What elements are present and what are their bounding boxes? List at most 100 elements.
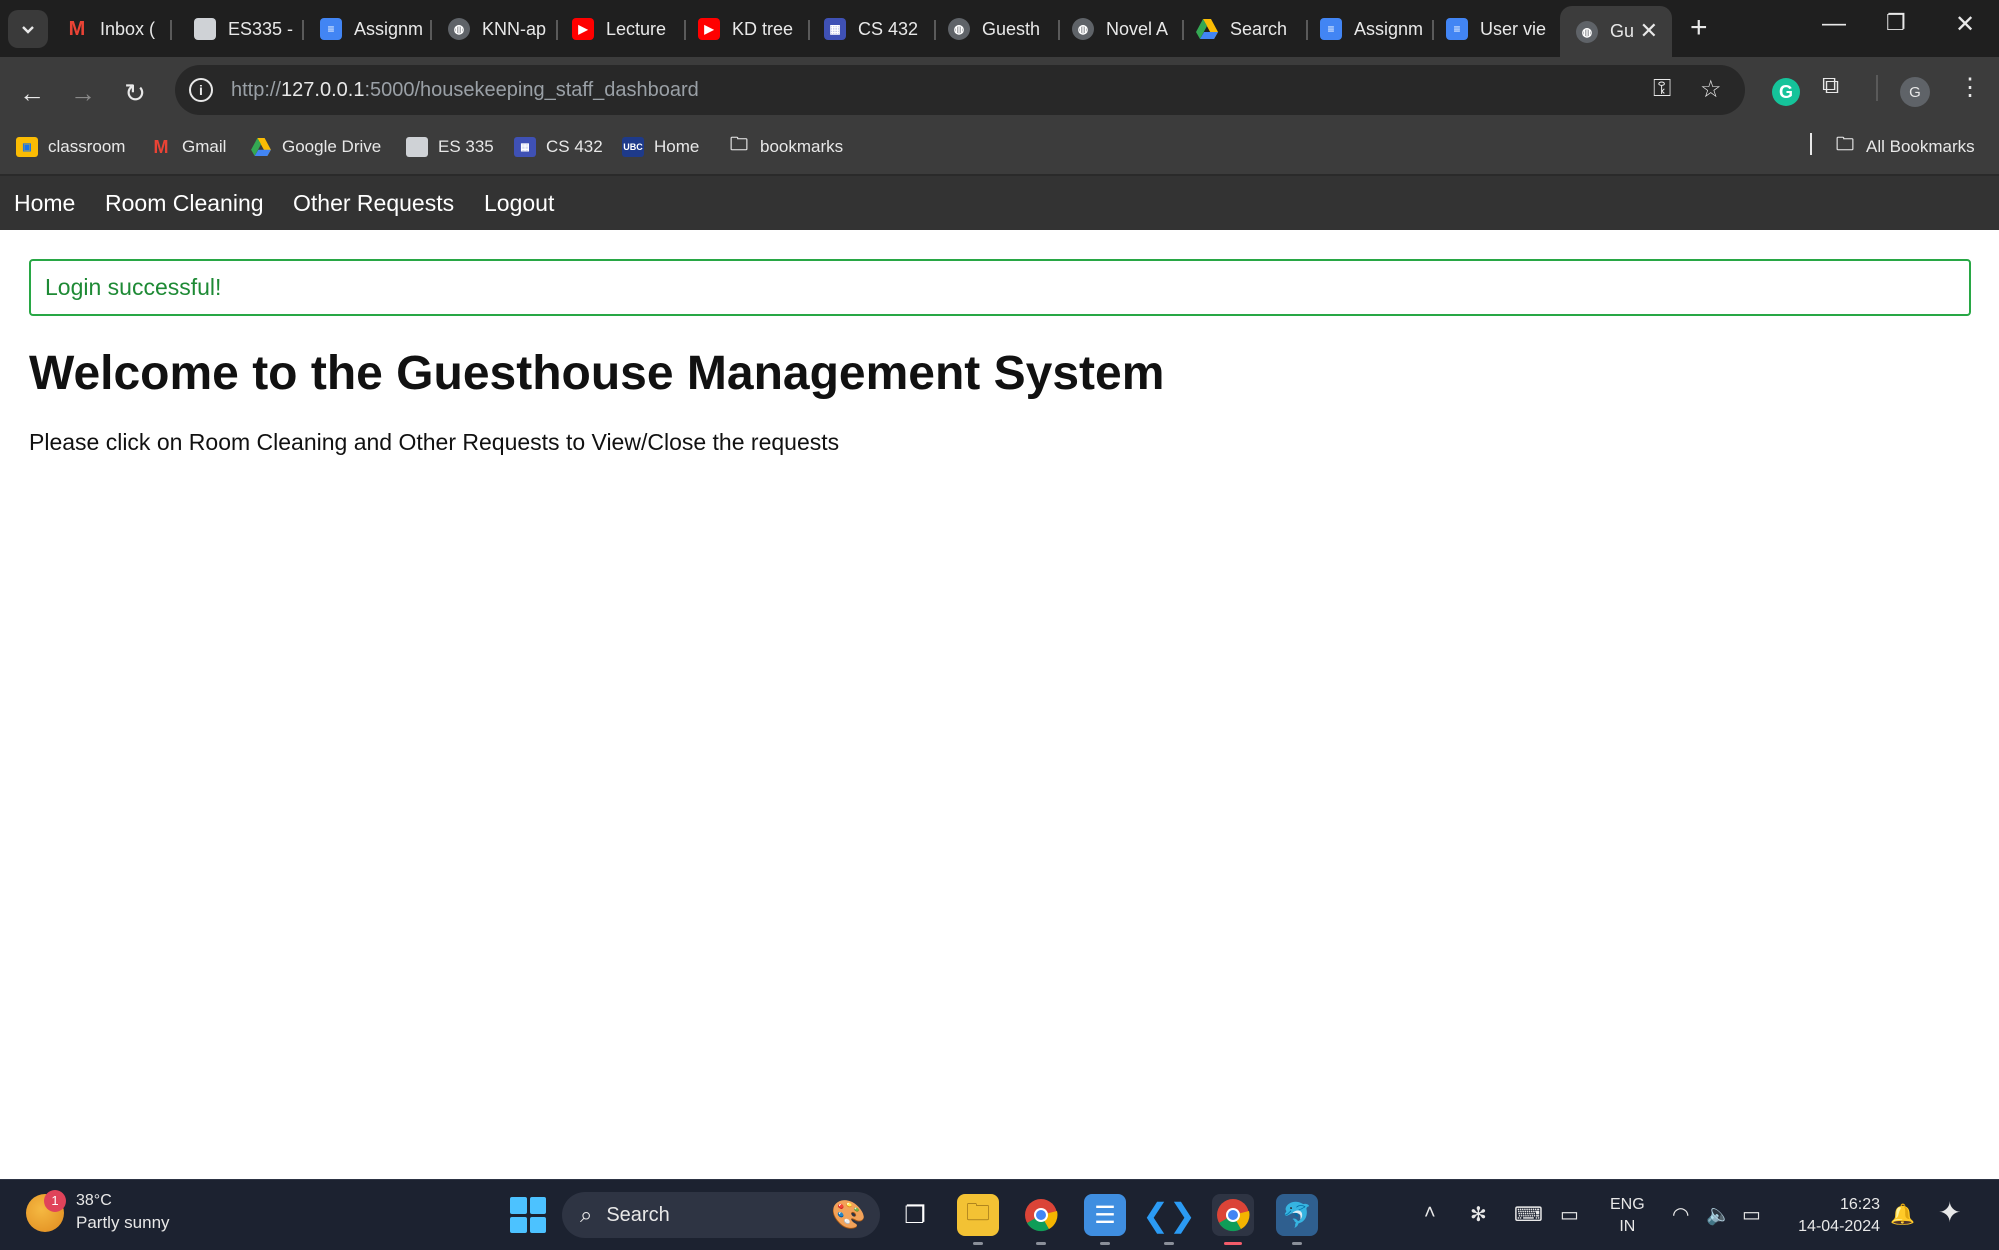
copilot-icon[interactable]: ✦ [1938,1196,1961,1229]
google-docs-icon: ≡ [1320,18,1342,40]
notifications-bell-icon[interactable]: 🔔 [1890,1202,1915,1227]
bookmark-google-drive[interactable]: Google Drive [250,137,381,157]
slack-icon[interactable]: ✻ [1470,1202,1487,1227]
vscode-icon[interactable]: ❮❯ [1142,1194,1196,1245]
tab-search[interactable]: Search [1196,8,1308,50]
bookmark-home[interactable]: UBC Home [622,137,699,157]
menu-kebab-icon[interactable]: ⋮ [1958,73,1982,102]
bookmarks-divider [1810,133,1812,155]
keyboard-icon[interactable]: ⌨ [1514,1202,1543,1227]
page-thumbnail-icon [406,137,428,157]
reload-icon[interactable]: ↻ [117,75,153,111]
notepad-icon[interactable]: ☰ [1084,1194,1126,1245]
globe-icon: ◍ [1576,20,1598,43]
weather-condition: Partly sunny [76,1213,170,1232]
main-content: Login successful! Welcome to the Guestho… [29,259,1971,456]
google-drive-icon [250,137,272,157]
globe-icon: ◍ [948,18,970,40]
partly-sunny-icon: 1 [26,1189,66,1232]
search-highlight-icon: 🎨 [831,1199,866,1230]
tab-inbox[interactable]: M Inbox ( [66,8,172,50]
address-bar[interactable]: i http://127.0.0.1:5000/housekeeping_sta… [175,65,1745,115]
tab-assignment-2[interactable]: ≡ Assignm [1320,8,1434,50]
bookmark-cs432[interactable]: ▦ CS 432 [514,137,603,157]
tab-cs432[interactable]: ▦ CS 432 [824,8,936,50]
folder-icon: 🗀 [730,134,748,154]
chrome-active-icon[interactable] [1212,1194,1254,1245]
file-explorer-icon[interactable]: 🗀 [957,1194,999,1245]
calendar-site-icon: ▦ [514,137,536,157]
minimize-icon[interactable]: — [1822,10,1846,38]
tab-guesthouse-active[interactable]: ◍ Gu ✕ [1560,6,1672,57]
page-instructions: Please click on Room Cleaning and Other … [29,429,840,455]
grammarly-extension-icon[interactable]: G [1772,78,1800,106]
google-classroom-icon: ▣ [16,137,38,157]
weather-temperature: 38°C [76,1192,112,1209]
bookmark-star-icon[interactable]: ☆ [1700,75,1722,104]
search-icon: ⌕ [580,1202,593,1227]
task-view-icon[interactable]: ❐ [894,1194,936,1236]
password-key-icon[interactable]: ⚿ [1653,75,1671,103]
youtube-icon: ▶ [698,18,720,40]
volume-icon[interactable]: 🔈 [1706,1202,1731,1227]
bookmark-classroom[interactable]: ▣ classroom [16,137,125,157]
weather-widget[interactable]: 1 38°C Partly sunny [26,1189,170,1233]
tablet-mode-icon[interactable]: ▭ [1560,1202,1579,1227]
new-tab-button[interactable]: + [1690,11,1708,45]
youtube-icon: ▶ [572,18,594,40]
page-thumbnail-icon [194,18,216,40]
tab-es335[interactable]: ES335 - [194,8,304,50]
forward-icon[interactable]: → [65,75,101,111]
folder-icon: 🗀 [1836,134,1854,154]
all-bookmarks-button[interactable]: 🗀 All Bookmarks [1834,134,1975,157]
bookmarks-bar: ▣ classroom M Gmail Google Drive ES 335 … [0,125,1999,173]
wifi-icon[interactable]: ◠ [1672,1202,1689,1227]
bookmark-folder-bookmarks[interactable]: 🗀 bookmarks [728,134,843,157]
back-icon[interactable]: ← [14,75,50,111]
extensions-puzzle-icon[interactable]: ⧉ [1822,72,1839,100]
taskbar-search-box[interactable]: ⌕ Search 🎨 [562,1192,880,1238]
bookmark-es335[interactable]: ES 335 [406,137,494,157]
windows-taskbar: 1 38°C Partly sunny ⌕ Search 🎨 ❐ 🗀 ☰ ❮❯ … [0,1179,1999,1250]
nav-home-link[interactable]: Home [14,190,75,217]
restore-icon[interactable]: ❐ [1886,10,1906,36]
google-drive-icon [1196,18,1218,40]
tab-knn[interactable]: ◍ KNN-ap [448,8,558,50]
browser-tab-strip: M Inbox ( ES335 - ≡ Assignm ◍ KNN-ap ▶ L… [0,0,1999,57]
page-title: Welcome to the Guesthouse Management Sys… [29,347,1165,400]
chrome-profile-icon[interactable] [1020,1194,1062,1245]
profile-avatar[interactable]: G [1900,77,1930,107]
site-info-icon[interactable]: i [189,78,213,102]
tab-guesthouse[interactable]: ◍ Guesth [948,8,1060,50]
tab-lecture[interactable]: ▶ Lecture [572,8,686,50]
tab-assignment-1[interactable]: ≡ Assignm [320,8,432,50]
gmail-icon: M [153,136,169,157]
mysql-workbench-icon[interactable]: 🐬 [1276,1194,1318,1245]
site-navbar: Home Room Cleaning Other Requests Logout [0,174,1999,230]
battery-icon[interactable]: ▭ [1742,1202,1761,1227]
tab-user-view[interactable]: ≡ User vie [1446,8,1558,50]
bookmark-gmail[interactable]: M Gmail [150,136,227,157]
google-docs-icon: ≡ [1446,18,1468,40]
system-clock[interactable]: 16:23 14-04-2024 [1785,1194,1880,1238]
nav-logout-link[interactable]: Logout [484,190,554,217]
notification-badge: 1 [44,1189,66,1212]
close-window-icon[interactable]: ✕ [1955,10,1975,39]
nav-other-requests-link[interactable]: Other Requests [293,190,454,217]
tab-kd-tree[interactable]: ▶ KD tree [698,8,810,50]
chevron-up-icon[interactable]: ˄ [1424,1202,1436,1225]
url-text[interactable]: http://127.0.0.1:5000/housekeeping_staff… [231,79,699,102]
nav-room-cleaning-link[interactable]: Room Cleaning [105,190,264,217]
windows-start-icon[interactable] [510,1197,546,1233]
calendar-site-icon: ▦ [824,18,846,40]
chevron-down-icon [22,26,34,34]
globe-icon: ◍ [448,18,470,40]
google-docs-icon: ≡ [320,18,342,40]
language-indicator[interactable]: ENG IN [1610,1194,1645,1238]
tab-search-button[interactable] [8,10,48,48]
tab-novel[interactable]: ◍ Novel A [1072,8,1184,50]
ubc-icon: UBC [622,137,644,157]
close-tab-icon[interactable]: ✕ [1640,18,1658,44]
globe-icon: ◍ [1072,18,1094,40]
gmail-icon: M [68,17,86,40]
